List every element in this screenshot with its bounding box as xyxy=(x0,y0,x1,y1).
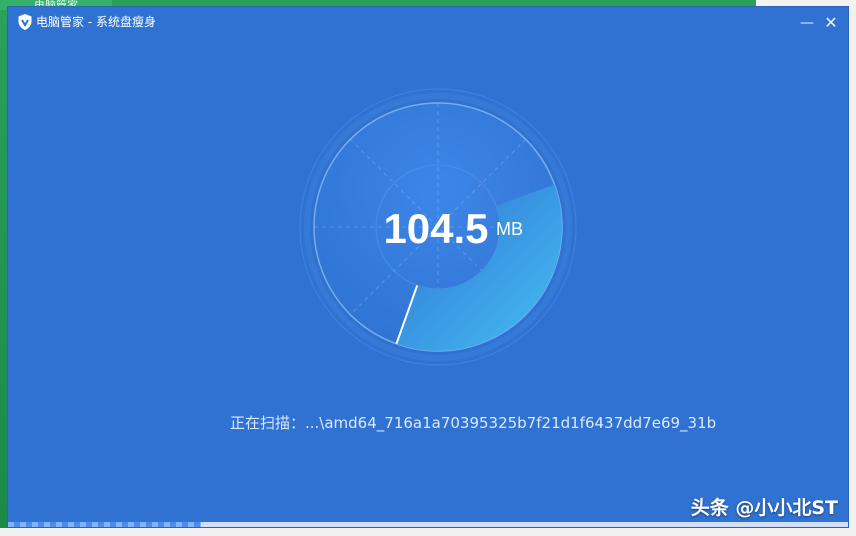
window-title: 电脑管家 - 系统盘瘦身 xyxy=(36,15,156,29)
gauge-value: 104.5 xyxy=(383,205,488,252)
system-disk-slim-window: 电脑管家 - 系统盘瘦身 — ✕ 104.5 MB 正在扫描：...\amd64… xyxy=(8,7,848,527)
background-right-strip xyxy=(848,10,856,536)
scan-status-text: 正在扫描：...\amd64_716a1a70395325b7f21d1f643… xyxy=(230,414,716,432)
title-bar[interactable]: 电脑管家 - 系统盘瘦身 — ✕ xyxy=(8,7,848,37)
gauge-unit: MB xyxy=(496,219,523,239)
minimize-icon[interactable]: — xyxy=(798,14,816,32)
scan-progress-rest xyxy=(201,522,848,527)
watermark: 头条 @小小北ST xyxy=(690,497,838,519)
scan-gauge: 104.5 MB xyxy=(299,88,577,366)
shield-icon xyxy=(16,13,34,31)
scan-progress-fill xyxy=(8,522,202,527)
background-bottom-strip xyxy=(0,528,856,536)
close-icon[interactable]: ✕ xyxy=(822,14,840,32)
